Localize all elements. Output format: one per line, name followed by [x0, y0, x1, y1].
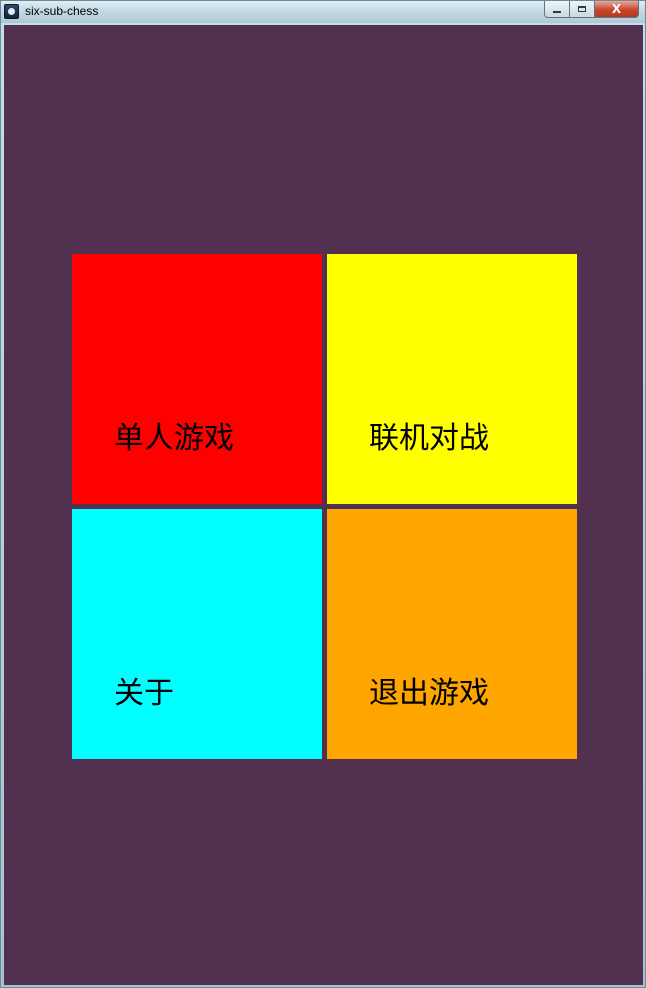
online-battle-label: 联机对战: [369, 421, 489, 456]
maximize-icon: [578, 6, 586, 12]
minimize-icon: [553, 11, 561, 13]
single-player-button[interactable]: 单人游戏: [72, 254, 322, 504]
window-controls: X: [544, 1, 639, 19]
window-title: six-sub-chess: [25, 4, 99, 18]
exit-game-label: 退出游戏: [369, 676, 489, 711]
close-button[interactable]: X: [595, 1, 639, 18]
maximize-button[interactable]: [570, 1, 595, 18]
single-player-label: 单人游戏: [114, 421, 234, 456]
app-window: six-sub-chess X 单人游戏 联机对战 关于 退出游戏: [0, 0, 646, 988]
online-battle-button[interactable]: 联机对战: [327, 254, 577, 504]
about-label: 关于: [114, 676, 174, 711]
title-bar[interactable]: six-sub-chess X: [1, 1, 645, 23]
close-icon: X: [611, 2, 622, 16]
app-icon[interactable]: [4, 4, 19, 19]
main-menu: 单人游戏 联机对战 关于 退出游戏: [4, 25, 643, 985]
about-button[interactable]: 关于: [72, 509, 322, 759]
exit-game-button[interactable]: 退出游戏: [327, 509, 577, 759]
minimize-button[interactable]: [544, 1, 570, 18]
